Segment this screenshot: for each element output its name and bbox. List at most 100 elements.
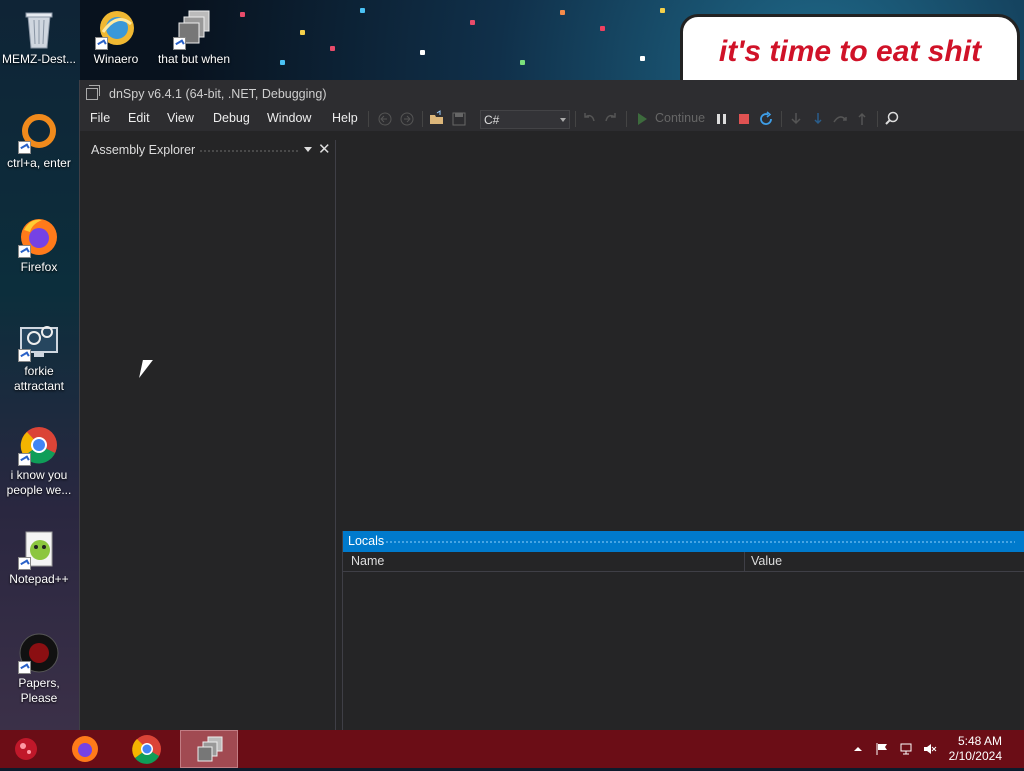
confetti (300, 30, 305, 35)
meme-banner: it's time to eat shit (680, 14, 1020, 86)
desktop-icon-memz[interactable]: MEMZ-Dest... (1, 8, 77, 67)
taskbar-dnspy[interactable] (180, 730, 238, 768)
assembly-explorer-header: Assembly Explorer ✕ (85, 140, 335, 160)
play-icon[interactable] (633, 110, 651, 128)
confetti (640, 56, 645, 61)
menu-view[interactable]: View (167, 111, 194, 125)
notepadpp-icon (18, 528, 60, 570)
app-stack-icon (173, 8, 215, 50)
winaero-icon (95, 8, 137, 50)
toolbar-separator (575, 111, 576, 127)
step-over-icon[interactable] (831, 110, 849, 128)
toolbar-separator (422, 111, 423, 127)
confetti (600, 26, 605, 31)
desktop-icon-label: Papers, Please (18, 676, 60, 705)
shortcut-arrow-icon (18, 453, 31, 466)
dropdown-icon[interactable] (304, 147, 312, 152)
shortcut-arrow-icon (18, 349, 31, 362)
desktop-icon-label: MEMZ-Dest... (2, 52, 76, 66)
shortcut-arrow-icon (18, 245, 31, 258)
desktop-icon-chrome[interactable]: i know you people we... (1, 424, 77, 498)
pause-icon[interactable] (713, 110, 731, 128)
chrome-icon (18, 424, 60, 466)
menu-file[interactable]: File (90, 111, 110, 125)
search-icon[interactable] (883, 110, 901, 128)
forward-icon[interactable] (398, 110, 416, 128)
column-header-name[interactable]: Name (351, 554, 384, 568)
taskbar-firefox[interactable] (56, 730, 114, 768)
volume-muted-icon[interactable] (923, 742, 937, 756)
desktop-icon-papers-please[interactable]: Papers, Please (1, 632, 77, 706)
toolbar-separator (368, 111, 369, 127)
dnspy-window[interactable]: dnSpy v6.4.1 (64-bit, .NET, Debugging) F… (79, 80, 1024, 730)
open-folder-icon[interactable] (428, 110, 446, 128)
taskbar-chrome[interactable] (118, 730, 176, 768)
network-icon[interactable] (899, 742, 913, 756)
close-icon[interactable]: ✕ (318, 140, 331, 158)
desktop-icon-label: forkie attractant (13, 364, 65, 393)
grip-dots (385, 540, 1015, 543)
desktop-icon-forkie[interactable]: forkie attractant (1, 320, 77, 394)
banner-text: it's time to eat shit (718, 35, 982, 68)
shortcut-arrow-icon (18, 661, 31, 674)
desktop-icon-label: Notepad++ (9, 572, 69, 586)
redo-icon[interactable] (602, 110, 620, 128)
continue-button[interactable]: Continue (655, 111, 705, 125)
papers-please-icon (18, 632, 60, 674)
confetti (420, 50, 425, 55)
assembly-explorer-title: Assembly Explorer (91, 143, 196, 157)
locals-title: Locals (348, 534, 385, 548)
shortcut-arrow-icon (18, 557, 31, 570)
desktop-icon-ctrl-a-enter[interactable]: ctrl+a, enter (1, 112, 77, 171)
step-into-icon[interactable] (787, 110, 805, 128)
menu-debug[interactable]: Debug (213, 111, 250, 125)
column-divider[interactable] (744, 552, 745, 571)
locals-panel[interactable]: Locals Name Value (342, 531, 1024, 730)
taskbar-clock[interactable]: 5:48 AM 2/10/2024 (949, 734, 1002, 764)
desktop-icon-label: that but when (157, 52, 231, 66)
shortcut-arrow-icon (173, 37, 186, 50)
toolbar-separator (781, 111, 782, 127)
chevron-down-icon (560, 118, 566, 122)
locals-column-headers: Name Value (343, 552, 1024, 572)
step-out-icon[interactable] (853, 110, 871, 128)
menu-edit[interactable]: Edit (128, 111, 150, 125)
restore-icon (86, 85, 100, 100)
grip-dots (199, 149, 299, 152)
step-over-down-icon[interactable] (809, 110, 827, 128)
restart-icon[interactable] (757, 110, 775, 128)
confetti (240, 12, 245, 17)
start-button[interactable] (0, 730, 58, 768)
recycle-bin-icon (18, 8, 60, 50)
desktop-icon-firefox[interactable]: Firefox (1, 216, 77, 275)
desktop-icon-label: Winaero (93, 52, 139, 66)
back-icon[interactable] (376, 110, 394, 128)
clock-date: 2/10/2024 (948, 749, 1002, 763)
taskbar: 5:48 AM 2/10/2024 (0, 730, 1024, 768)
undo-icon[interactable] (580, 110, 598, 128)
desktop-icon-notepadpp[interactable]: Notepad++ (1, 528, 77, 587)
column-header-value[interactable]: Value (751, 554, 782, 568)
confetti (660, 8, 665, 13)
locals-header: Locals (343, 531, 1024, 552)
toolbar-separator (877, 111, 878, 127)
desktop-icon-winaero[interactable]: Winaero (78, 8, 154, 67)
confetti (360, 8, 365, 13)
language-select[interactable]: C# (480, 110, 570, 129)
menu-window[interactable]: Window (267, 111, 311, 125)
window-title: dnSpy v6.4.1 (64-bit, .NET, Debugging) (109, 87, 327, 101)
action-center-flag-icon[interactable] (875, 742, 889, 756)
firefox-icon (18, 216, 60, 258)
desktop-icon-label: Firefox (20, 260, 58, 274)
show-hidden-icons-icon[interactable] (851, 742, 865, 756)
save-icon[interactable] (450, 110, 468, 128)
confetti (560, 10, 565, 15)
assembly-explorer-panel[interactable]: Assembly Explorer ✕ (85, 140, 336, 730)
confetti (470, 20, 475, 25)
stop-icon[interactable] (735, 110, 753, 128)
language-value: C# (484, 113, 500, 127)
clock-time: 5:48 AM (957, 734, 1002, 748)
menu-help[interactable]: Help (332, 111, 358, 125)
desktop-icon-that-but-when[interactable]: that but when (156, 8, 232, 67)
window-titlebar[interactable]: dnSpy v6.4.1 (64-bit, .NET, Debugging) (80, 80, 1024, 108)
